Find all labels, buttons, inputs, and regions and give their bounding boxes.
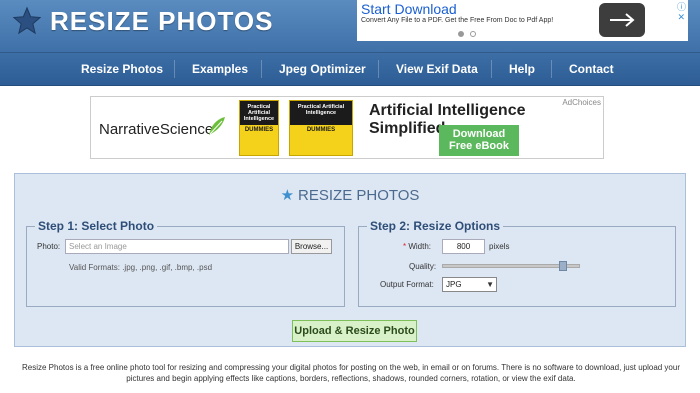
book-title: Practical Artificial Intelligence: [297, 104, 345, 116]
quality-slider-thumb[interactable]: [559, 261, 567, 271]
width-label: * Width:: [403, 242, 431, 251]
step1-fieldset: Step 1: Select Photo Photo: Select an Im…: [26, 219, 345, 307]
ad-arrow-button[interactable]: [599, 3, 645, 37]
arrow-right-icon: [610, 13, 635, 27]
output-format-select[interactable]: JPG ▼: [442, 277, 497, 292]
form-title-text: RESIZE PHOTOS: [298, 187, 420, 204]
output-format-value: JPG: [446, 280, 462, 289]
top-ad[interactable]: Start Download Convert Any File to a PDF…: [357, 0, 688, 41]
nav-view-exif-data[interactable]: View Exif Data: [396, 53, 478, 85]
chevron-down-icon: ▼: [486, 280, 494, 289]
ad-close-icon[interactable]: ✕: [677, 12, 685, 23]
photo-file-input[interactable]: Select an Image: [65, 239, 289, 254]
download-ebook-button[interactable]: Download Free eBook: [439, 125, 519, 156]
book-subtitle: DUMMIES: [244, 127, 274, 133]
width-input[interactable]: 800: [442, 239, 485, 254]
nav-examples[interactable]: Examples: [192, 53, 248, 85]
star-icon: ★: [280, 187, 295, 204]
form-title: ★ RESIZE PHOTOS: [15, 186, 685, 204]
nav-divider: [174, 60, 175, 78]
banner-ad[interactable]: NarrativeScience Practical Artificial In…: [90, 96, 604, 159]
ad-subtitle: Convert Any File to a PDF. Get the Free …: [361, 17, 554, 24]
nav-divider: [491, 60, 492, 78]
nav-resize-photos[interactable]: Resize Photos: [81, 53, 163, 85]
book-subtitle: DUMMIES: [306, 127, 336, 133]
site-header: RESIZE PHOTOS Start Download Convert Any…: [0, 0, 700, 53]
leaf-icon: [209, 117, 225, 135]
banner-brand: NarrativeScience: [99, 121, 214, 138]
logo-text: RESIZE PHOTOS: [50, 5, 274, 36]
nav-contact[interactable]: Contact: [569, 53, 614, 85]
ad-carousel-dots[interactable]: [458, 31, 476, 37]
output-format-label: Output Format:: [380, 280, 434, 289]
site-description: Resize Photos is a free online photo too…: [22, 363, 680, 383]
book-cover: Practical Artificial Intelligence DUMMIE…: [239, 100, 279, 156]
nav-divider: [261, 60, 262, 78]
nav-divider: [378, 60, 379, 78]
width-unit: pixels: [489, 242, 510, 251]
step2-fieldset: Step 2: Resize Options * Width: 800 pixe…: [358, 219, 676, 307]
browse-button[interactable]: Browse...: [291, 239, 332, 254]
carousel-dot[interactable]: [458, 31, 464, 37]
adchoices-label[interactable]: AdChoices: [562, 98, 601, 107]
photo-label: Photo:: [37, 242, 61, 251]
nav-jpeg-optimizer[interactable]: Jpeg Optimizer: [279, 53, 366, 85]
main-nav: Resize Photos Examples Jpeg Optimizer Vi…: [0, 53, 700, 86]
star-icon: [12, 6, 42, 35]
nav-help[interactable]: Help: [509, 53, 535, 85]
carousel-dot[interactable]: [470, 31, 476, 37]
ad-title[interactable]: Start Download: [361, 1, 457, 17]
quality-label: Quality:: [409, 262, 437, 271]
step2-legend: Step 2: Resize Options: [367, 219, 504, 233]
upload-resize-button[interactable]: Upload & Resize Photo: [292, 320, 417, 342]
step1-legend: Step 1: Select Photo: [35, 219, 158, 233]
book-cover: Practical Artificial Intelligence DUMMIE…: [289, 100, 353, 156]
width-label-text: Width:: [408, 242, 432, 251]
book-title: Practical Artificial Intelligence: [243, 104, 275, 122]
site-logo[interactable]: RESIZE PHOTOS: [12, 3, 273, 39]
nav-divider: [551, 60, 552, 78]
valid-formats-text: Valid Formats: .jpg, .png, .gif, .bmp, .…: [69, 263, 213, 272]
